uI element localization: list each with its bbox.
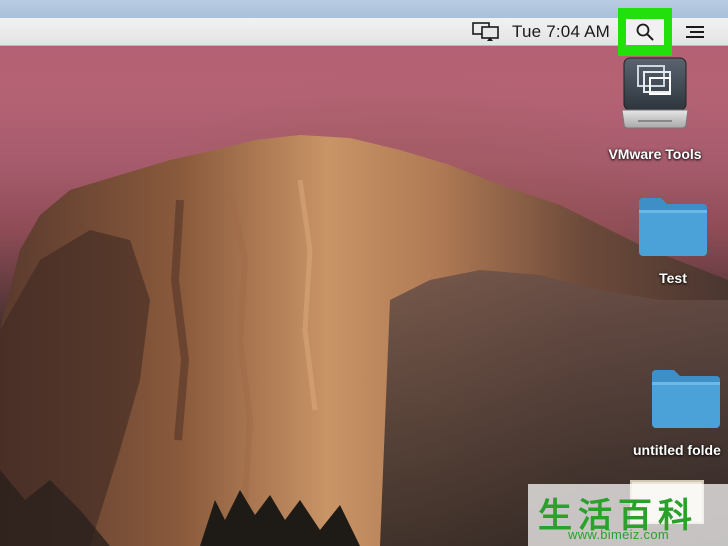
desktop-item-label: untitled folde [633,442,721,458]
notification-center-button[interactable] [680,18,710,46]
watermark-char: 生 [538,496,572,536]
vmware-tools-disk-icon [621,57,689,129]
menu-bar-clock[interactable]: Tue 7:04 AM [508,18,618,46]
desktop-item-untitled-folder[interactable]: untitled folde [630,366,728,458]
desktop-item-test[interactable]: Test [628,194,718,286]
search-icon [636,23,654,40]
spotlight-button[interactable] [618,7,672,56]
folder-icon [652,370,720,428]
list-icon [686,25,704,38]
menu-bar: Tue 7:04 AM [0,7,728,56]
watermark: 生 活 百 科 www.bimeiz.com [528,484,728,546]
folder-icon [639,198,707,256]
watermark-url: www.bimeiz.com [568,527,669,542]
display-mirroring-icon [472,21,499,41]
menu-bar-status-area: Tue 7:04 AM [464,7,710,56]
desktop-item-vmware-tools[interactable]: VMware Tools [600,56,710,162]
spotlight-button-inner [626,18,664,45]
desktop-item-label: VMware Tools [608,146,702,162]
display-mirroring-button[interactable] [464,18,508,46]
desktop-item-label: Test [659,270,687,286]
